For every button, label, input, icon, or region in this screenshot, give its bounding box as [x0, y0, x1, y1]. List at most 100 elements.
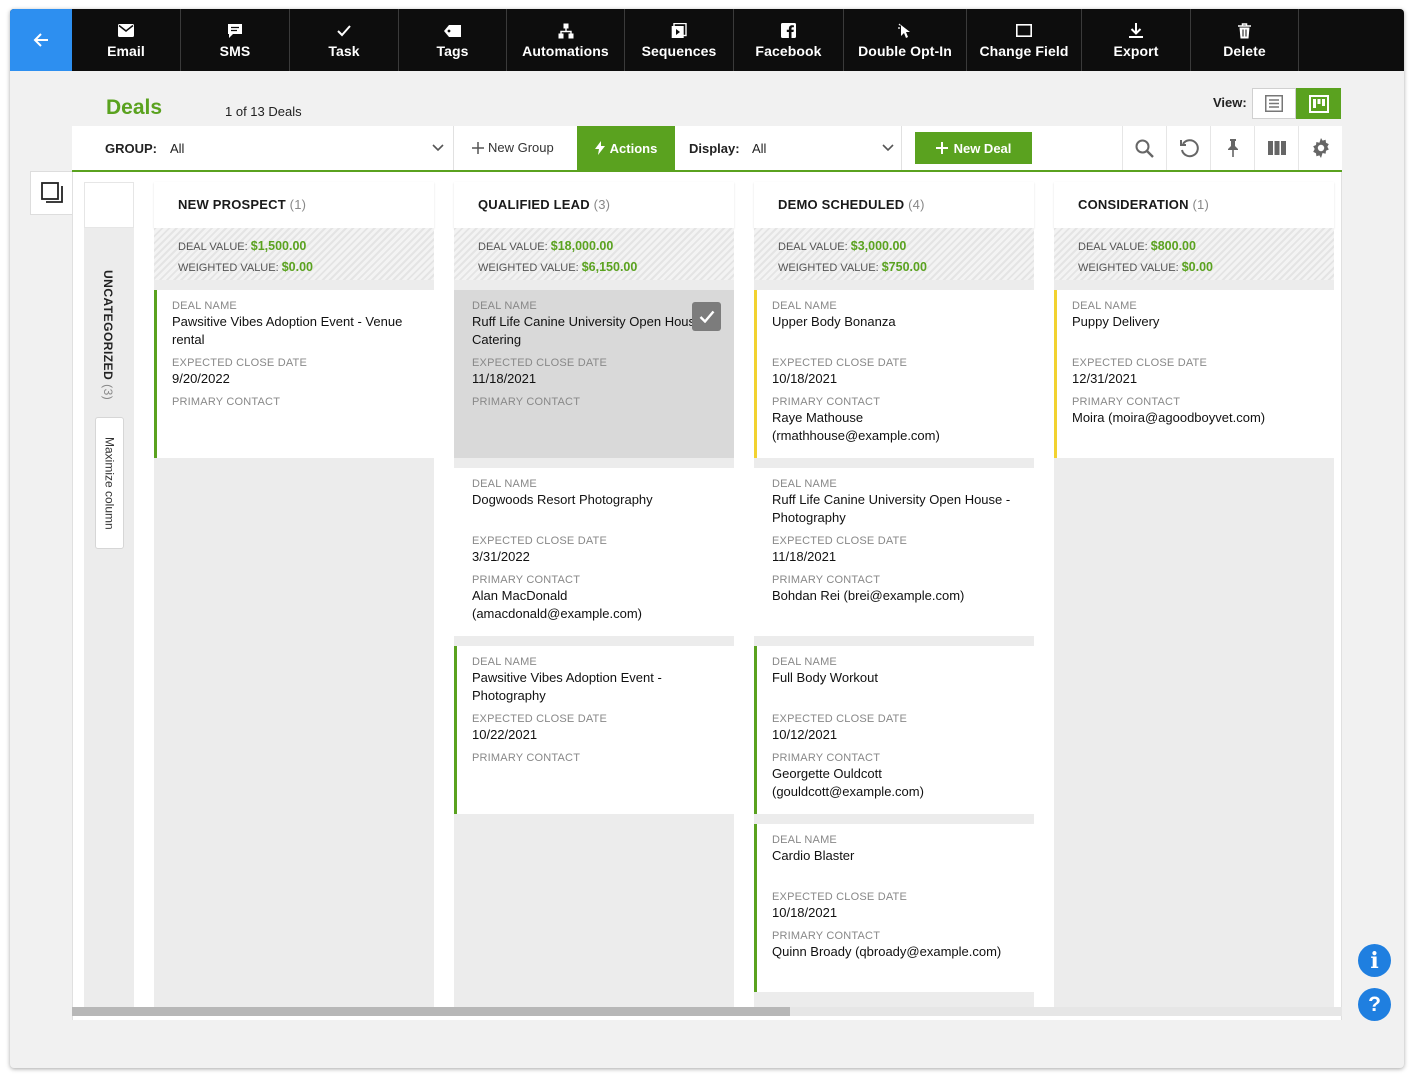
- primary-contact-label: PRIMARY CONTACT: [772, 574, 881, 586]
- cursor-click-icon: [898, 23, 910, 38]
- deal-name: Pawsitive Vibes Adoption Event - Photogr…: [472, 670, 662, 703]
- stage-header[interactable]: QUALIFIED LEAD (3): [454, 182, 734, 228]
- pin-icon: [1227, 139, 1238, 157]
- deal-card[interactable]: DEAL NAME Ruff Life Canine University Ope…: [754, 468, 1034, 636]
- display-select[interactable]: All: [752, 141, 766, 156]
- double-opt-in-label: Double Opt-In: [858, 42, 952, 59]
- board-view-button[interactable]: [1296, 88, 1341, 119]
- deal-value-label: DEAL VALUE:: [178, 241, 248, 253]
- close-date-label: EXPECTED CLOSE DATE: [472, 535, 608, 547]
- weighted-value: $750.00: [881, 260, 927, 274]
- deal-name: Cardio Blaster: [772, 848, 855, 863]
- weighted-value-label: WEIGHTED VALUE:: [178, 262, 279, 274]
- sms-button[interactable]: SMS: [181, 9, 290, 71]
- chevron-down-icon[interactable]: [432, 140, 444, 154]
- primary-contact-label: PRIMARY CONTACT: [772, 396, 881, 408]
- deal-name: Puppy Delivery: [1072, 314, 1160, 329]
- columns-button[interactable]: [1254, 126, 1298, 170]
- stage-title: NEW PROSPECT: [178, 197, 286, 212]
- deal-value: $1,500.00: [250, 239, 307, 253]
- deal-name-label: DEAL NAME: [1072, 300, 1137, 312]
- deal-value: $3,000.00: [850, 239, 907, 253]
- export-label: Export: [1113, 42, 1159, 59]
- change-field-button[interactable]: Change Field: [967, 9, 1082, 71]
- chevron-down-icon[interactable]: [882, 140, 894, 154]
- task-button[interactable]: Task: [290, 9, 399, 71]
- flowchart-icon: [558, 23, 573, 38]
- plus-icon: [935, 142, 948, 154]
- horizontal-scrollbar-thumb[interactable]: [72, 1007, 790, 1016]
- refresh-button[interactable]: [1166, 126, 1210, 170]
- delete-button[interactable]: Delete: [1191, 9, 1299, 71]
- group-label: GROUP:: [105, 141, 157, 156]
- close-date: 3/31/2022: [472, 549, 530, 564]
- weighted-value: $6,150.00: [581, 260, 638, 274]
- email-button[interactable]: Email: [72, 9, 181, 71]
- list-view-button[interactable]: [1252, 88, 1296, 119]
- automations-label: Automations: [522, 42, 609, 59]
- deal-name: Ruff Life Canine University Open House -…: [472, 314, 711, 347]
- export-button[interactable]: Export: [1082, 9, 1191, 71]
- new-deal-button[interactable]: New Deal: [915, 132, 1032, 164]
- deal-card[interactable]: DEAL NAME Pawsitive Vibes Adoption Event …: [154, 290, 434, 458]
- sms-label: SMS: [219, 42, 251, 59]
- deal-name-label: DEAL NAME: [772, 656, 837, 668]
- deal-card[interactable]: DEAL NAME Upper Body Bonanza EXPECTED CLOS…: [754, 290, 1034, 458]
- uncategorized-label: UNCATEGORIZED (3): [101, 270, 115, 400]
- search-button[interactable]: [1122, 126, 1166, 170]
- columns-icon: [1267, 141, 1286, 155]
- stage-column[interactable]: NEW PROSPECT (1) DEAL VALUE: $1,500.00 WEI…: [154, 182, 434, 1007]
- board-view-icon: [1308, 94, 1329, 113]
- deal-card[interactable]: DEAL NAME Ruff Life Canine University Ope…: [454, 290, 734, 458]
- weighted-value-label: WEIGHTED VALUE:: [478, 262, 579, 274]
- stage-column[interactable]: CONSIDERATION (1) DEAL VALUE: $800.00 WEIG…: [1054, 182, 1334, 1007]
- group-select[interactable]: All: [170, 141, 184, 156]
- close-date: 10/12/2021: [772, 727, 838, 742]
- chat-icon: [228, 23, 242, 38]
- weighted-value: $0.00: [1181, 260, 1213, 274]
- stage-column[interactable]: QUALIFIED LEAD (3) DEAL VALUE: $18,000.00…: [454, 182, 734, 1007]
- new-group-label: New Group: [488, 140, 554, 155]
- deal-card[interactable]: DEAL NAME Puppy Delivery EXPECTED CLOSE DA…: [1054, 290, 1334, 458]
- download-icon: [1129, 22, 1143, 38]
- stage-column[interactable]: DEMO SCHEDULED (4) DEAL VALUE: $3,000.00 W…: [754, 182, 1034, 1007]
- trash-icon: [1238, 22, 1251, 38]
- tags-button[interactable]: Tags: [399, 9, 507, 71]
- back-button[interactable]: [10, 9, 72, 71]
- sequences-button[interactable]: Sequences: [625, 9, 734, 71]
- stage-header[interactable]: CONSIDERATION (1): [1054, 182, 1334, 228]
- automations-button[interactable]: Automations: [507, 9, 625, 71]
- deal-card[interactable]: DEAL NAME Cardio Blaster EXPECTED CLOSE DA…: [754, 824, 1034, 992]
- uncategorized-header: [84, 182, 134, 228]
- panel-toggle-button[interactable]: [30, 171, 72, 215]
- double-opt-in-button[interactable]: Double Opt-In: [844, 9, 967, 71]
- pin-button[interactable]: [1210, 126, 1254, 170]
- stage-header[interactable]: DEMO SCHEDULED (4): [754, 182, 1034, 228]
- primary-contact-label: PRIMARY CONTACT: [772, 930, 881, 942]
- stage-count: (1): [1192, 197, 1210, 212]
- facebook-button[interactable]: Facebook: [734, 9, 844, 71]
- settings-button[interactable]: [1298, 126, 1342, 170]
- stage-header[interactable]: NEW PROSPECT (1): [154, 182, 434, 228]
- help-button[interactable]: ?: [1358, 988, 1391, 1021]
- stage-summary: DEAL VALUE: $800.00 WEIGHTED VALUE: $0.00: [1054, 228, 1334, 280]
- card-status-bar: [154, 290, 157, 458]
- card-select-checkbox[interactable]: [692, 302, 721, 331]
- deal-value: $800.00: [1150, 239, 1196, 253]
- deal-card[interactable]: DEAL NAME Dogwoods Resort Photography EXPE…: [454, 468, 734, 636]
- close-date: 12/31/2021: [1072, 371, 1138, 386]
- new-group-button[interactable]: New Group: [472, 140, 554, 155]
- primary-contact-label: PRIMARY CONTACT: [472, 574, 581, 586]
- maximize-column-button[interactable]: Maximize column: [95, 417, 124, 549]
- info-button[interactable]: i: [1358, 944, 1391, 977]
- deal-card[interactable]: DEAL NAME Pawsitive Vibes Adoption Event …: [454, 646, 734, 814]
- uncategorized-column[interactable]: UNCATEGORIZED (3) Maximize column: [84, 182, 134, 1007]
- deal-card[interactable]: DEAL NAME Full Body Workout EXPECTED CLOSE…: [754, 646, 1034, 814]
- deal-name: Dogwoods Resort Photography: [472, 492, 653, 507]
- deal-name: Pawsitive Vibes Adoption Event - Venue r…: [172, 314, 403, 347]
- email-label: Email: [107, 42, 145, 59]
- actions-button[interactable]: Actions: [577, 126, 675, 170]
- arrow-left-icon: [33, 33, 48, 47]
- primary-contact-label: PRIMARY CONTACT: [172, 396, 281, 408]
- primary-contact: Georgette Ouldcott (gouldcott@example.co…: [772, 766, 924, 799]
